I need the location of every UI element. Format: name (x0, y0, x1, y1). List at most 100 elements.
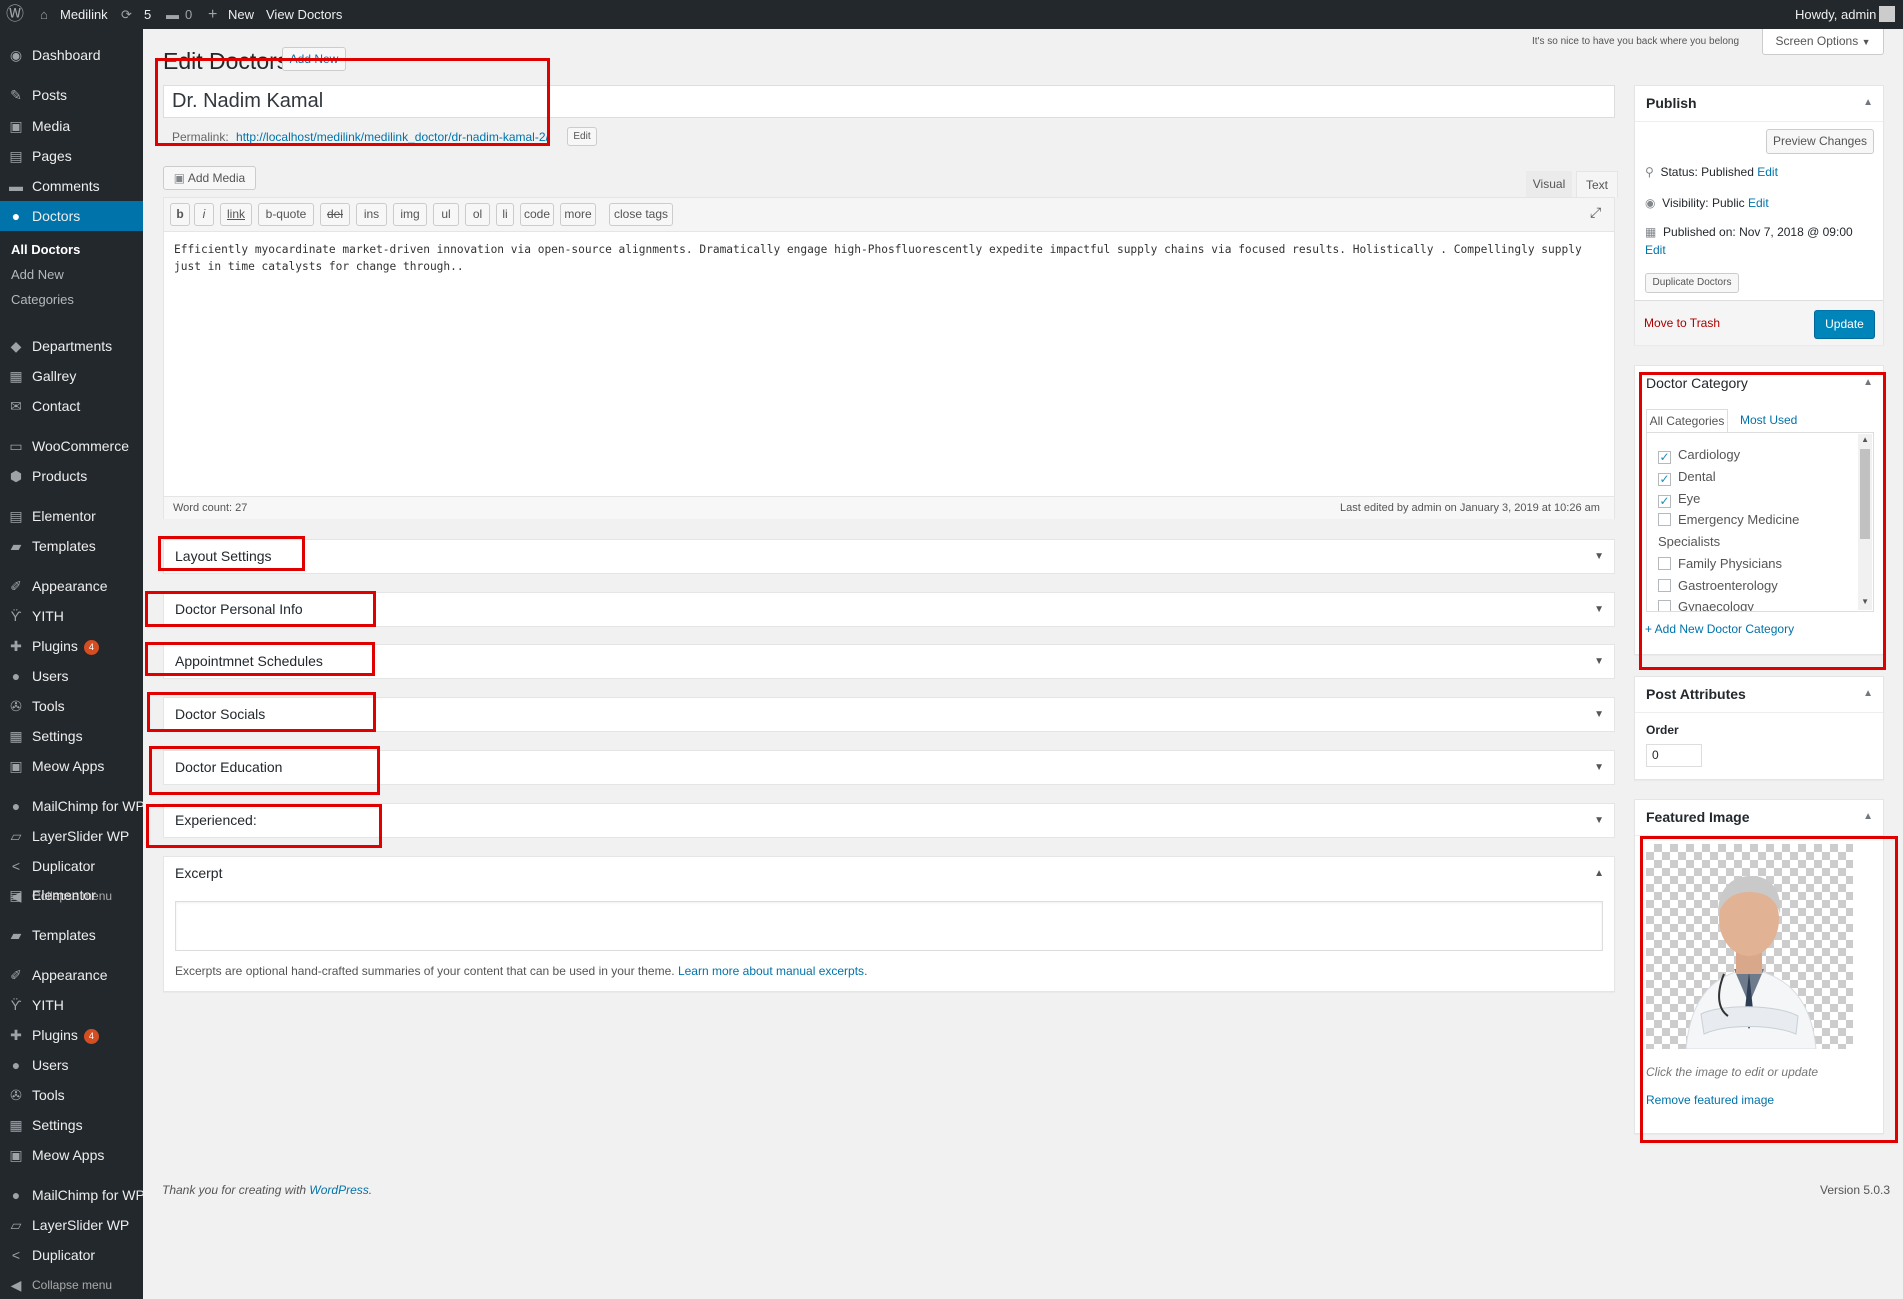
sidebar-item-posts[interactable]: ✎ Posts (0, 80, 143, 110)
updates-count[interactable]: 5 (144, 0, 151, 29)
quicktag-code-button[interactable]: code (520, 203, 554, 226)
checkbox-unchecked[interactable] (1658, 557, 1671, 570)
excerpt-learn-more-link[interactable]: Learn more about manual excerpts (678, 964, 864, 978)
tab-most-used[interactable]: Most Used (1735, 409, 1802, 433)
add-new-category-link[interactable]: + Add New Doctor Category (1645, 622, 1794, 636)
toggle-arrow-icon[interactable]: ▼ (1594, 751, 1604, 784)
toggle-arrow-icon[interactable]: ▲ (1863, 811, 1873, 822)
site-name-link[interactable]: Medilink (60, 0, 108, 29)
edit-date-link[interactable]: Edit (1645, 243, 1666, 257)
scroll-down-icon[interactable]: ▼ (1861, 597, 1869, 606)
checkbox-checked[interactable]: ✓ (1658, 495, 1671, 508)
scrollbar-thumb[interactable] (1860, 449, 1870, 539)
metabox-layout-settings[interactable]: Layout Settings ▼ (163, 539, 1615, 574)
comments-icon[interactable]: ▬ (166, 0, 179, 29)
scroll-up-icon[interactable]: ▲ (1861, 435, 1869, 444)
quicktag-ins-button[interactable]: ins (356, 203, 387, 226)
toggle-arrow-icon[interactable]: ▲ (1863, 688, 1873, 699)
screen-options-button[interactable]: Screen Options ▼ (1762, 29, 1884, 55)
sidebar-item-tools[interactable]: ✇ Tools (0, 1080, 143, 1110)
update-button[interactable]: Update (1814, 310, 1875, 339)
sidebar-item-products[interactable]: ⬢ Products (0, 461, 143, 491)
quicktag-close-tags-button[interactable]: close tags (609, 203, 673, 226)
sidebar-item-dashboard[interactable]: ◉ Dashboard (0, 40, 143, 70)
comments-count[interactable]: 0 (185, 0, 192, 29)
sidebar-item-templates[interactable]: ▰ Templates (0, 531, 143, 561)
checkbox-unchecked[interactable] (1658, 579, 1671, 592)
edit-visibility-link[interactable]: Edit (1748, 196, 1769, 210)
sidebar-item-elementor[interactable]: ▤ Elementor (0, 501, 143, 531)
add-media-button[interactable]: ▣ Add Media (163, 166, 256, 190)
permalink-link[interactable]: http://localhost/medilink/medilink_docto… (236, 130, 549, 144)
editor-content[interactable]: Efficiently myocardinate market-driven i… (174, 241, 1599, 275)
toggle-arrow-icon[interactable]: ▲ (1863, 97, 1873, 108)
sidebar-item-appearance[interactable]: ✐ Appearance (0, 571, 143, 601)
category-item[interactable]: Family Physicians (1658, 556, 1782, 571)
sidebar-item-settings[interactable]: ▦ Settings (0, 1110, 143, 1140)
metabox-doctor-personal-info[interactable]: Doctor Personal Info ▼ (163, 592, 1615, 627)
featured-image-thumbnail[interactable] (1646, 844, 1853, 1049)
home-icon[interactable]: ⌂ (40, 0, 48, 29)
wordpress-link[interactable]: WordPress (309, 1183, 368, 1197)
sidebar-item-templates[interactable]: ▰ Templates (0, 920, 143, 950)
sidebar-item-media[interactable]: ▣ Media (0, 111, 143, 141)
metabox-doctor-socials[interactable]: Doctor Socials ▼ (163, 697, 1615, 732)
sidebar-item-tools[interactable]: ✇ Tools (0, 691, 143, 721)
category-item[interactable]: ✓ Dental (1658, 469, 1716, 486)
quicktag-more-button[interactable]: more (560, 203, 596, 226)
sidebar-item-users[interactable]: ● Users (0, 1050, 143, 1080)
toggle-arrow-icon[interactable]: ▼ (1594, 645, 1604, 678)
new-content-link[interactable]: New (228, 0, 254, 29)
quicktag-b-button[interactable]: b (170, 203, 190, 226)
sidebar-item-departments[interactable]: ◆ Departments (0, 331, 143, 361)
quicktag-i-button[interactable]: i (194, 203, 214, 226)
excerpt-textarea[interactable] (175, 901, 1603, 951)
checkbox-checked[interactable]: ✓ (1658, 473, 1671, 486)
sidebar-item-plugins[interactable]: ✚ Plugins 4 (0, 1020, 143, 1050)
category-item[interactable]: Gastroenterology (1658, 578, 1778, 593)
sidebar-item-duplicator[interactable]: < Duplicator (0, 851, 143, 881)
updates-icon[interactable]: ⟳ (121, 0, 132, 29)
sidebar-item-plugins[interactable]: ✚ Plugins 4 (0, 631, 143, 661)
submenu-all-doctors[interactable]: All Doctors (11, 240, 80, 260)
avatar[interactable] (1879, 6, 1895, 22)
sidebar-item-gallrey[interactable]: ▦ Gallrey (0, 361, 143, 391)
category-item[interactable]: ✓ Cardiology (1658, 447, 1740, 464)
howdy-user-link[interactable]: Howdy, admin (1795, 0, 1876, 29)
metabox-doctor-education[interactable]: Doctor Education ▼ (163, 750, 1615, 785)
category-item[interactable]: Emergency Medicine (1658, 512, 1799, 527)
order-input[interactable]: 0 (1646, 744, 1702, 767)
quicktag-link-button[interactable]: link (220, 203, 252, 226)
checkbox-unchecked[interactable] (1658, 513, 1671, 526)
sidebar-item-mailchimp-for-wp[interactable]: ● MailChimp for WP (0, 1180, 143, 1210)
sidebar-item-yith[interactable]: ϔ YITH (0, 990, 143, 1020)
fullscreen-icon[interactable]: ⤢ (1590, 204, 1601, 221)
duplicate-doctors-button[interactable]: Duplicate Doctors (1645, 273, 1739, 293)
toggle-arrow-icon[interactable]: ▲ (1594, 857, 1604, 890)
sidebar-item-doctors[interactable]: ● Doctors (0, 201, 143, 231)
sidebar-item-mailchimp-for-wp[interactable]: ● MailChimp for WP (0, 791, 143, 821)
metabox-experienced[interactable]: Experienced: ▼ (163, 803, 1615, 838)
edit-permalink-button[interactable]: Edit (567, 127, 597, 146)
checkbox-checked[interactable]: ✓ (1658, 451, 1671, 464)
quicktag-li-button[interactable]: li (496, 203, 514, 226)
quicktag-b-quote-button[interactable]: b-quote (258, 203, 314, 226)
quicktag-ol-button[interactable]: ol (465, 203, 490, 226)
toggle-arrow-icon[interactable]: ▲ (1863, 377, 1873, 388)
toggle-arrow-icon[interactable]: ▼ (1594, 698, 1604, 731)
checkbox-unchecked[interactable] (1658, 600, 1671, 611)
edit-status-link[interactable]: Edit (1757, 165, 1778, 179)
sidebar-item-elementor[interactable]: ▤ Elementor (0, 880, 143, 910)
sidebar-item-woocommerce[interactable]: ▭ WooCommerce (0, 431, 143, 461)
wordpress-logo-icon[interactable]: Ⓦ (6, 0, 24, 29)
submenu-add-new[interactable]: Add New (11, 265, 64, 285)
sidebar-item-layerslider-wp[interactable]: ▱ LayerSlider WP (0, 821, 143, 851)
tab-all-categories[interactable]: All Categories (1646, 409, 1728, 433)
sidebar-item-duplicator[interactable]: < Duplicator (0, 1240, 143, 1270)
add-new-button[interactable]: Add New (282, 47, 346, 71)
metabox-appointment-schedules[interactable]: Appointmnet Schedules ▼ (163, 644, 1615, 679)
sidebar-item-settings[interactable]: ▦ Settings (0, 721, 143, 751)
submenu-categories[interactable]: Categories (11, 290, 74, 310)
sidebar-item-users[interactable]: ● Users (0, 661, 143, 691)
plus-icon[interactable]: + (208, 0, 217, 29)
